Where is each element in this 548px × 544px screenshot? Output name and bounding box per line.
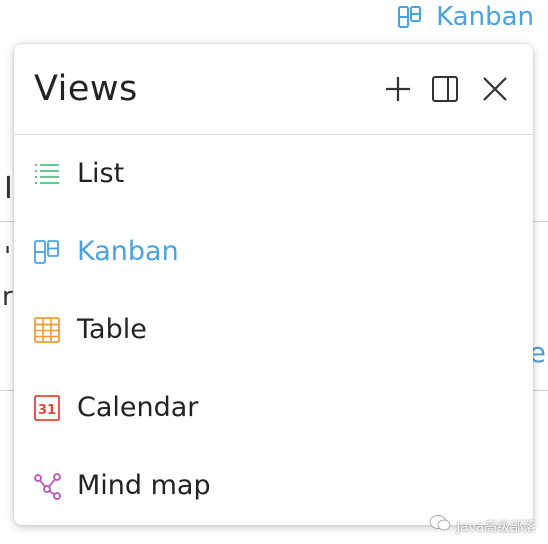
calendar-icon-number: 31 xyxy=(38,403,56,418)
sidebar-icon xyxy=(431,75,459,103)
current-view-button[interactable]: Kanban xyxy=(396,2,534,32)
table-icon xyxy=(33,316,61,344)
mind-map-icon xyxy=(33,472,61,500)
view-item-list[interactable]: List xyxy=(14,135,533,213)
view-item-label: Calendar xyxy=(77,392,199,423)
view-item-kanban[interactable]: Kanban xyxy=(14,213,533,291)
toggle-sidebar-button[interactable] xyxy=(429,73,461,105)
view-item-table[interactable]: Table xyxy=(14,291,533,369)
view-item-label: Mind map xyxy=(77,470,211,501)
view-item-label: Kanban xyxy=(77,236,179,267)
calendar-icon: 31 xyxy=(33,394,61,422)
add-view-button[interactable] xyxy=(382,73,414,105)
kanban-icon xyxy=(396,3,424,31)
view-item-label: List xyxy=(77,158,125,189)
list-icon xyxy=(33,160,61,188)
plus-icon xyxy=(384,75,412,103)
views-panel-header: Views xyxy=(14,44,533,135)
background-text-fragment: r xyxy=(2,282,13,312)
close-button[interactable] xyxy=(479,73,511,105)
chat-bubble-icon xyxy=(429,514,451,536)
view-item-calendar[interactable]: 31 Calendar xyxy=(14,369,533,447)
background-text-fragment: I xyxy=(4,171,13,206)
current-view-label: Kanban xyxy=(436,2,534,32)
views-list: List Kanban Table 31 Calendar Mind map xyxy=(14,135,533,525)
page: I ' r e Kanban Views List Kanban Table 3… xyxy=(0,0,548,544)
kanban-icon xyxy=(33,238,61,266)
background-text-fragment: ' xyxy=(4,242,12,272)
view-item-label: Table xyxy=(77,314,147,345)
watermark-text: Java高级部落 xyxy=(456,519,536,535)
views-panel: Views List Kanban Table 31 Calendar Mind… xyxy=(14,44,533,525)
panel-title: Views xyxy=(34,69,138,109)
watermark: Java高级部落 xyxy=(429,514,536,536)
close-icon xyxy=(481,75,509,103)
